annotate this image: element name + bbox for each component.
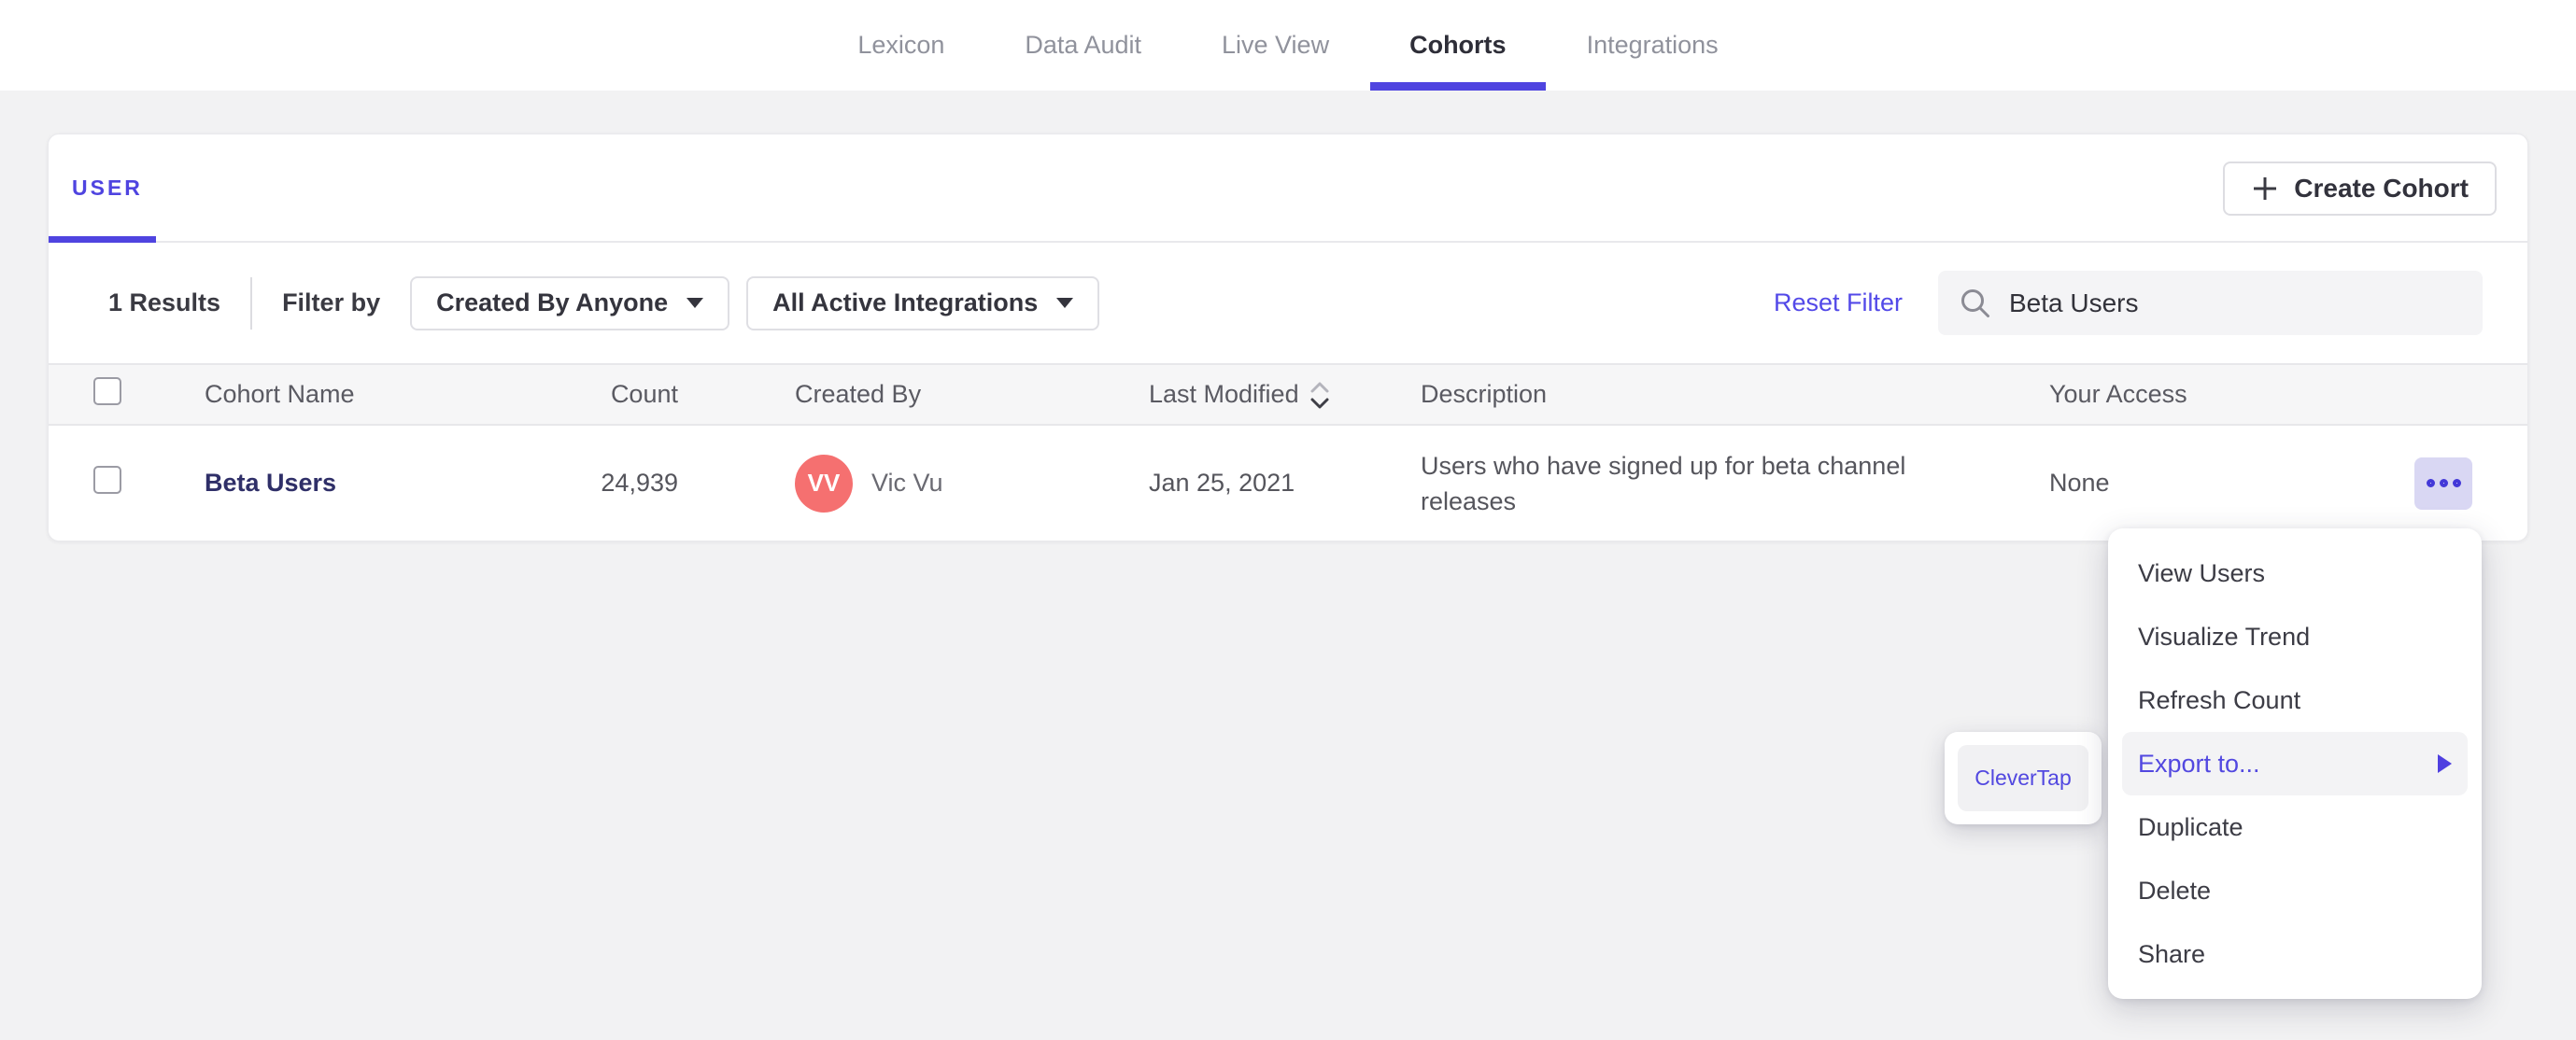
description-cell: Users who have signed up for beta channe… bbox=[1421, 451, 1906, 515]
tab-cohorts[interactable]: Cohorts bbox=[1370, 0, 1545, 91]
sort-icon[interactable] bbox=[1309, 378, 1331, 412]
export-submenu: CleverTap bbox=[1945, 732, 2102, 824]
more-options-icon bbox=[2452, 479, 2461, 487]
created-by-dropdown-value: Created By Anyone bbox=[436, 288, 669, 316]
create-cohort-button[interactable]: Create Cohort bbox=[2223, 162, 2497, 216]
tab-integrations[interactable]: Integrations bbox=[1583, 0, 1722, 91]
caret-down-icon bbox=[686, 298, 704, 308]
avatar: VV bbox=[795, 454, 853, 513]
row-checkbox[interactable] bbox=[93, 466, 121, 494]
table-header: Cohort Name Count Created By Last Modifi… bbox=[49, 363, 2527, 426]
menu-item-refresh-count[interactable]: Refresh Count bbox=[2122, 668, 2468, 732]
create-cohort-label: Create Cohort bbox=[2294, 174, 2469, 203]
header-your-access: Your Access bbox=[2049, 380, 2187, 408]
menu-item-export-to-label: Export to... bbox=[2138, 749, 2260, 778]
header-created-by: Created By bbox=[795, 380, 922, 408]
cohort-name-link[interactable]: Beta Users bbox=[205, 469, 336, 497]
last-modified-cell: Jan 25, 2021 bbox=[1149, 469, 1295, 497]
tab-live-view[interactable]: Live View bbox=[1218, 0, 1333, 91]
created-by-cell: VV Vic Vu bbox=[678, 454, 1149, 513]
cohorts-page: USER Create Cohort 1 Results Filter by C… bbox=[0, 91, 2576, 541]
tab-data-audit[interactable]: Data Audit bbox=[1021, 0, 1145, 91]
header-last-modified-label: Last Modified bbox=[1149, 380, 1299, 408]
created-by-dropdown[interactable]: Created By Anyone bbox=[410, 275, 730, 330]
chevron-right-icon bbox=[2438, 754, 2452, 773]
table-row: Beta Users 24,939 VV Vic Vu Jan 25, 2021… bbox=[49, 426, 2527, 541]
cohort-type-tabs: USER Create Cohort bbox=[49, 134, 2527, 243]
tab-user-cohorts[interactable]: USER bbox=[49, 134, 156, 243]
select-all-checkbox[interactable] bbox=[93, 377, 121, 405]
results-count: 1 Results bbox=[108, 288, 221, 316]
cohorts-card: USER Create Cohort 1 Results Filter by C… bbox=[48, 134, 2528, 541]
menu-item-view-users[interactable]: View Users bbox=[2122, 541, 2468, 605]
created-by-name: Vic Vu bbox=[871, 469, 943, 497]
reset-filter-link[interactable]: Reset Filter bbox=[1774, 288, 1903, 317]
row-actions-menu: View Users Visualize Trend Refresh Count… bbox=[2108, 528, 2482, 999]
top-navigation: Lexicon Data Audit Live View Cohorts Int… bbox=[0, 0, 2576, 91]
menu-item-share[interactable]: Share bbox=[2122, 922, 2468, 986]
plus-icon bbox=[2254, 177, 2277, 200]
integrations-dropdown[interactable]: All Active Integrations bbox=[746, 275, 1100, 330]
submenu-item-clevertap[interactable]: CleverTap bbox=[1958, 745, 2088, 811]
filter-by-label: Filter by bbox=[282, 288, 381, 316]
divider bbox=[250, 276, 253, 330]
search-icon bbox=[1961, 288, 1989, 317]
caret-down-icon bbox=[1056, 298, 1074, 308]
header-cohort-name: Cohort Name bbox=[205, 380, 355, 408]
more-options-icon bbox=[2439, 479, 2448, 487]
filter-bar: 1 Results Filter by Created By Anyone Al… bbox=[49, 243, 2527, 363]
menu-item-delete[interactable]: Delete bbox=[2122, 859, 2468, 922]
header-last-modified[interactable]: Last Modified bbox=[1149, 378, 1421, 412]
cohort-count: 24,939 bbox=[601, 469, 678, 497]
integrations-dropdown-value: All Active Integrations bbox=[772, 288, 1039, 316]
search-box bbox=[1938, 271, 2483, 335]
more-options-icon bbox=[2426, 479, 2435, 487]
header-count: Count bbox=[610, 380, 678, 408]
your-access-cell: None bbox=[2049, 469, 2110, 497]
menu-item-export-to[interactable]: Export to... bbox=[2122, 732, 2468, 795]
menu-item-visualize-trend[interactable]: Visualize Trend bbox=[2122, 605, 2468, 668]
search-input[interactable] bbox=[2009, 288, 2462, 318]
row-actions-button[interactable] bbox=[2414, 457, 2472, 510]
header-description: Description bbox=[1421, 380, 1548, 408]
menu-item-duplicate[interactable]: Duplicate bbox=[2122, 795, 2468, 859]
tab-lexicon[interactable]: Lexicon bbox=[854, 0, 948, 91]
